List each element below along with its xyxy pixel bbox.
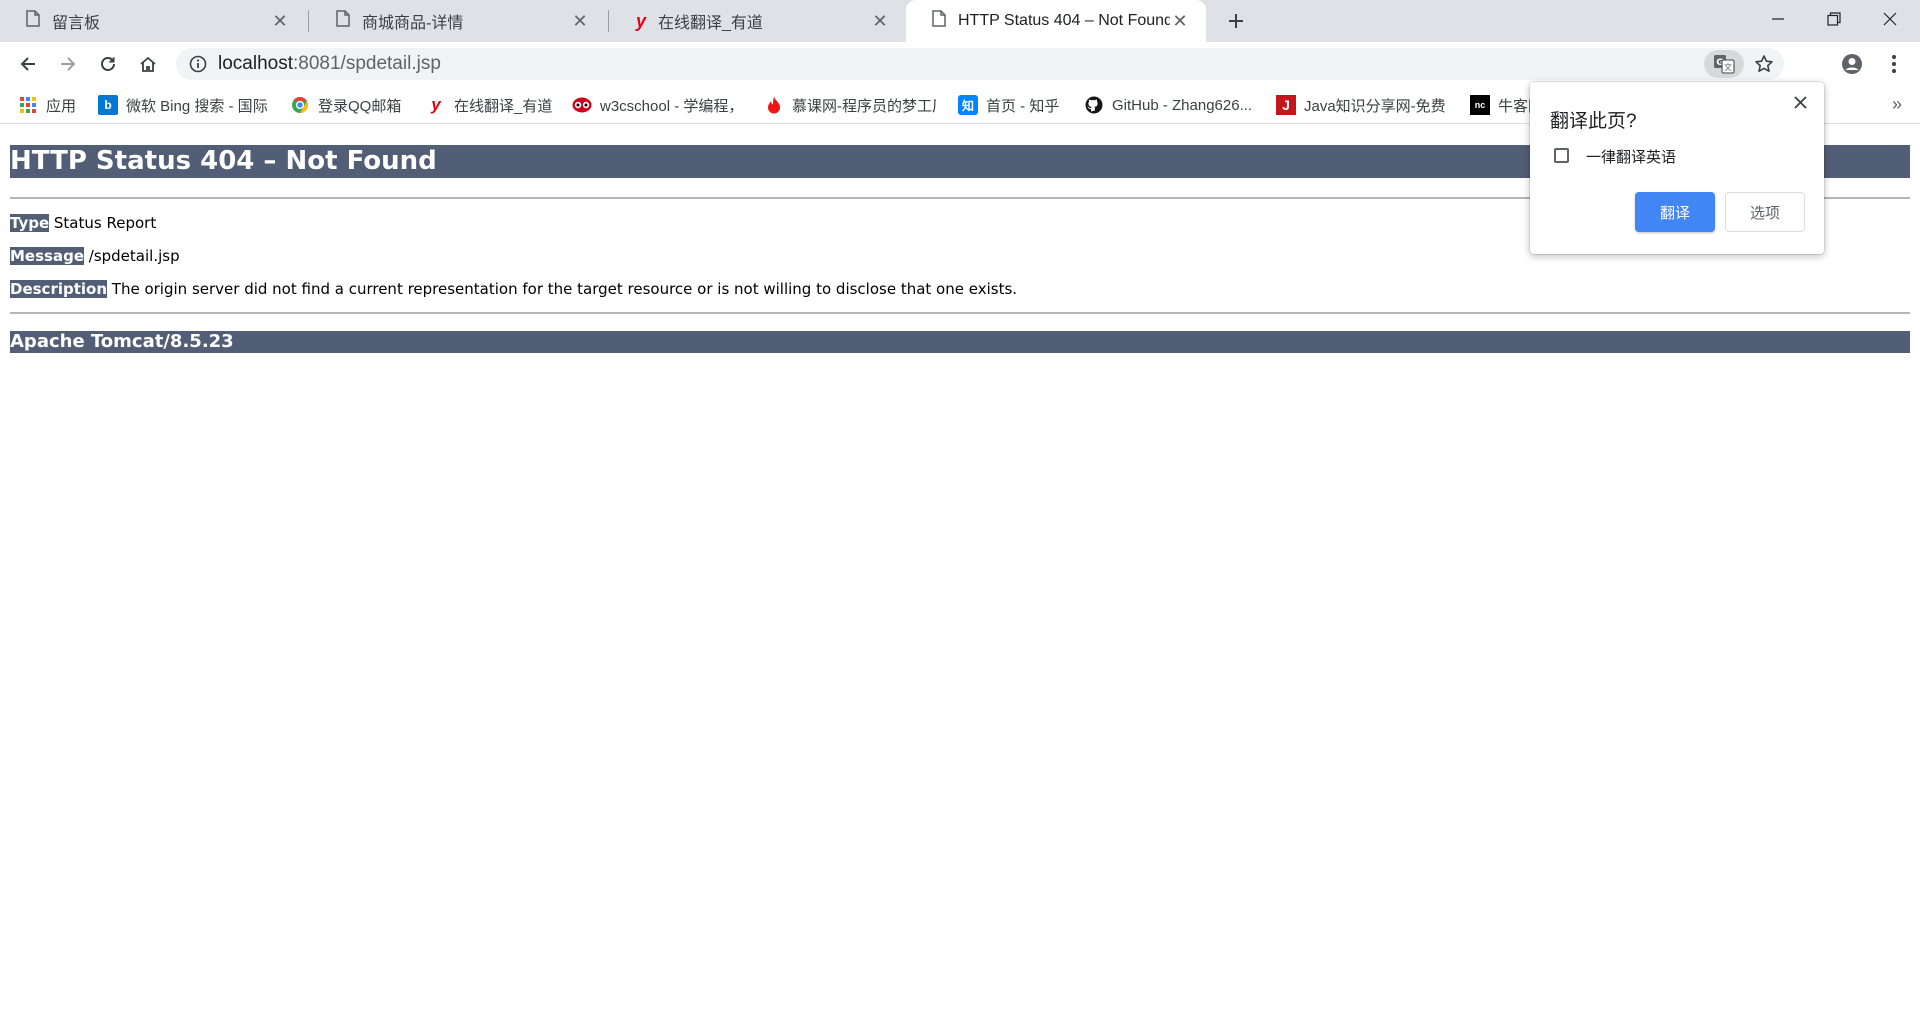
apps-grid-icon — [18, 95, 38, 115]
bookmark-nowcoder[interactable]: nc 牛客网 — [1470, 94, 1530, 116]
menu-button[interactable] — [1878, 48, 1910, 80]
page-content: HTTP Status 404 – Not Found Type Status … — [0, 124, 1920, 1030]
bookmark-star-icon[interactable] — [1752, 52, 1776, 76]
home-icon — [140, 56, 156, 72]
type-value: Status Report — [49, 214, 157, 232]
page-icon — [26, 10, 40, 32]
type-line: Type Status Report — [10, 213, 156, 233]
tab-title: 留言板 — [52, 15, 101, 32]
tab-youdao[interactable]: y 在线翻译_有道 ✕ — [610, 0, 906, 42]
tab-separator — [308, 10, 309, 32]
bookmark-label: 登录QQ邮箱 — [318, 97, 402, 115]
chrome-logo-icon — [290, 95, 310, 115]
home-button[interactable] — [132, 48, 164, 80]
bookmark-label: 牛客网 — [1498, 97, 1530, 115]
nowcoder-logo-icon: nc — [1470, 95, 1490, 115]
page-icon — [932, 10, 946, 32]
new-tab-button[interactable] — [1222, 7, 1250, 35]
url-host: localhost — [218, 53, 293, 74]
bookmark-label: 慕课网-程序员的梦工厂 — [792, 97, 936, 115]
zhihu-logo-icon: 知 — [958, 95, 978, 115]
restore-icon[interactable] — [1806, 0, 1862, 38]
profile-button[interactable] — [1836, 48, 1868, 80]
back-button[interactable] — [12, 48, 44, 80]
message-line: Message /spdetail.jsp — [10, 246, 180, 266]
youdao-logo-icon: y — [636, 10, 647, 31]
always-translate-checkbox[interactable] — [1554, 148, 1569, 163]
bookmark-github[interactable]: GitHub - Zhang626... — [1084, 94, 1256, 116]
svg-text:文: 文 — [1724, 62, 1732, 72]
bookmark-zhihu[interactable]: 知 首页 - 知乎 — [958, 94, 1068, 116]
account-icon — [1842, 54, 1862, 74]
bookmark-w3cschool[interactable]: w3cschool - 学编程， — [572, 94, 740, 116]
description-line: Description The origin server did not fi… — [10, 279, 1017, 299]
popup-title: 翻译此页? — [1550, 111, 1637, 132]
close-icon[interactable]: ✕ — [570, 11, 590, 31]
close-icon[interactable]: ✕ — [270, 11, 290, 31]
server-footer: Apache Tomcat/8.5.23 — [10, 331, 1910, 353]
url-text[interactable]: localhost:8081/spdetail.jsp — [218, 54, 441, 74]
info-icon[interactable] — [188, 54, 208, 74]
options-button[interactable]: 选项 — [1725, 192, 1805, 232]
tab-title: HTTP Status 404 – Not Found — [958, 12, 1170, 29]
minimize-icon[interactable] — [1750, 0, 1806, 38]
bookmark-label: 应用 — [46, 97, 77, 115]
url-path: :8081/spdetail.jsp — [293, 53, 441, 74]
tab-guestbook[interactable]: 留言板 ✕ — [0, 0, 306, 42]
bookmark-java[interactable]: J Java知识分享网-免费 — [1276, 94, 1448, 116]
forward-button[interactable] — [52, 48, 84, 80]
description-value: The origin server did not find a current… — [107, 280, 1018, 298]
type-label: Type — [10, 214, 50, 232]
bookmark-imooc[interactable]: 慕课网-程序员的梦工厂 — [764, 94, 936, 116]
close-icon[interactable]: ✕ — [870, 11, 890, 31]
close-icon[interactable]: ✕ — [1170, 11, 1190, 31]
tab-strip: 留言板 ✕ 商城商品-详情 ✕ y 在线翻译_有道 ✕ HTTP Status … — [0, 0, 1920, 42]
close-icon[interactable] — [1790, 92, 1810, 112]
tab-mall-detail[interactable]: 商城商品-详情 ✕ — [310, 0, 606, 42]
address-bar[interactable]: localhost:8081/spdetail.jsp G文 — [176, 48, 1784, 80]
flame-icon — [764, 95, 784, 115]
bookmark-label: GitHub - Zhang626... — [1112, 96, 1253, 114]
bookmark-label: 首页 - 知乎 — [986, 97, 1060, 115]
forward-arrow-icon — [61, 57, 76, 71]
back-arrow-icon — [20, 57, 35, 71]
translate-popup: 翻译此页? 一律翻译英语 翻译 选项 — [1530, 82, 1824, 254]
tab-separator — [608, 10, 609, 32]
reload-button[interactable] — [92, 48, 124, 80]
bing-logo-icon: b — [98, 95, 118, 115]
github-logo-icon — [1084, 95, 1104, 115]
translate-icon[interactable]: G文 — [1704, 50, 1744, 78]
always-translate-label[interactable]: 一律翻译英语 — [1586, 146, 1676, 167]
bookmark-apps[interactable]: 应用 — [18, 94, 88, 116]
java-logo-icon: J — [1276, 95, 1296, 115]
tab-title: 商城商品-详情 — [362, 15, 464, 32]
owl-logo-icon — [572, 95, 592, 115]
tab-404[interactable]: HTTP Status 404 – Not Found ✕ — [906, 0, 1206, 42]
bookmark-label: 在线翻译_有道 — [454, 97, 553, 115]
page-icon — [336, 10, 350, 32]
bookmark-qqmail[interactable]: 登录QQ邮箱 — [290, 94, 410, 116]
description-label: Description — [10, 280, 108, 298]
window-close-icon[interactable] — [1862, 0, 1918, 38]
youdao-logo-icon: y — [431, 95, 441, 114]
divider — [10, 312, 1910, 314]
kebab-menu-icon — [1892, 55, 1896, 73]
reload-icon — [101, 57, 115, 71]
bookmark-bing[interactable]: b 微软 Bing 搜索 - 国际版 — [98, 94, 268, 116]
tab-title: 在线翻译_有道 — [658, 15, 763, 32]
bookmark-youdao[interactable]: y 在线翻译_有道 — [426, 94, 556, 116]
browser-toolbar: localhost:8081/spdetail.jsp G文 — [0, 42, 1920, 86]
bookmark-label: w3cschool - 学编程， — [600, 97, 740, 115]
bookmarks-more-button[interactable]: » — [1892, 94, 1902, 115]
bookmark-label: Java知识分享网-免费 — [1304, 97, 1446, 115]
message-value: /spdetail.jsp — [84, 247, 180, 265]
translate-button[interactable]: 翻译 — [1635, 192, 1715, 232]
message-label: Message — [10, 247, 84, 265]
bookmark-label: 微软 Bing 搜索 - 国际版 — [126, 97, 268, 115]
